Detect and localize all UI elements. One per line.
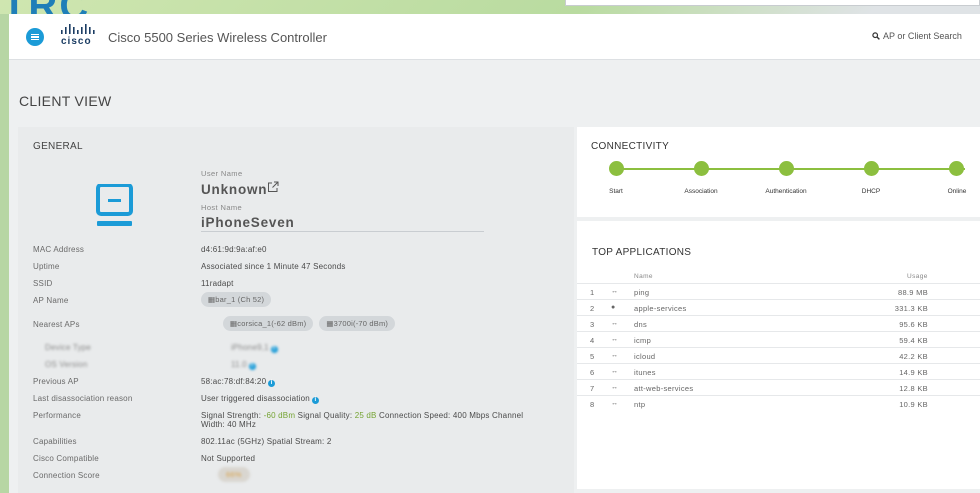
step-dot-start [609, 161, 624, 176]
top-applications-title: TOP APPLICATIONS [592, 247, 692, 258]
search-placeholder: AP or Client Search [883, 31, 962, 41]
table-row[interactable]: 3 ↔ dns 95.6 KB [577, 315, 980, 331]
step-dot-online [949, 161, 964, 176]
general-panel: GENERAL User Name Unknown Host Name iPho… [18, 127, 574, 493]
table-row[interactable]: 7 ↔ att-web-services 12.8 KB [577, 379, 980, 395]
nearest-ap-pill[interactable]: ▦corsica_1(-62 dBm) [223, 316, 314, 331]
divider [201, 231, 484, 232]
device-type-value: iPhone9,1 i [231, 343, 278, 353]
signal-quality-value: 25 dB [354, 411, 377, 420]
signal-strength-value: -60 dBm [263, 411, 296, 420]
arrows-icon: ↔ [611, 368, 619, 375]
menu-icon[interactable] [26, 28, 44, 46]
nearest-aps-label: Nearest APs [33, 320, 80, 329]
capabilities-label: Capabilities [33, 437, 77, 446]
host-name-value: iPhoneSeven [201, 215, 295, 230]
table-row[interactable]: 5 ↔ icloud 42.2 KB [577, 347, 980, 363]
top-header: cisco Cisco 5500 Series Wireless Control… [9, 14, 980, 60]
access-point-icon: ▦ [326, 319, 334, 328]
arrows-icon: ↔ [611, 288, 619, 295]
info-icon: i [248, 363, 256, 370]
info-icon[interactable]: i [268, 380, 276, 387]
column-header-usage: Usage [907, 273, 928, 280]
nearest-ap-pill[interactable]: ▦3700i(-70 dBm) [319, 316, 396, 331]
step-dot-dhcp [864, 161, 879, 176]
device-type-label: Device Type [45, 343, 92, 352]
connection-score-label: Connection Score [33, 471, 100, 480]
page-title: CLIENT VIEW [19, 93, 112, 109]
nearest-aps-value: ▦corsica_1(-62 dBm) ▦3700i(-70 dBm) [223, 316, 401, 331]
step-dot-association [694, 161, 709, 176]
step-label-authentication: Authentication [765, 188, 807, 195]
table-row[interactable]: 4 ↔ icmp 59.4 KB [577, 331, 980, 347]
last-disassociation-label: Last disassociation reason [33, 394, 133, 403]
host-name-label: Host Name [201, 203, 243, 212]
step-label-dhcp: DHCP [861, 188, 881, 195]
general-title: GENERAL [33, 141, 83, 152]
background-window-edge [565, 0, 980, 6]
column-header-name: Name [634, 273, 653, 280]
arrows-icon: ↔ [611, 320, 619, 327]
step-label-start: Start [609, 188, 623, 195]
ap-client-search[interactable]: AP or Client Search [872, 31, 962, 41]
user-name-label: User Name [201, 169, 243, 178]
uptime-value: Associated since 1 Minute 47 Seconds [201, 262, 346, 271]
user-name-value: Unknown [201, 182, 268, 197]
apple-icon: ● [611, 304, 616, 311]
arrows-icon: ↔ [611, 400, 619, 407]
last-disassociation-value: User triggered disassociation i [201, 394, 319, 404]
connectivity-panel: CONNECTIVITY Start Association Authentic… [577, 127, 980, 217]
app-title: Cisco 5500 Series Wireless Controller [108, 30, 327, 45]
os-version-label: OS Version [45, 360, 88, 369]
ap-name-label: AP Name [33, 296, 69, 305]
mac-label: MAC Address [33, 245, 85, 254]
window-left-edge [0, 14, 9, 493]
search-icon [872, 32, 880, 40]
mac-value: d4:61:9d:9a:af:e0 [201, 245, 267, 254]
step-label-online: Online [947, 188, 967, 195]
arrows-icon: ↔ [611, 336, 619, 343]
ap-name-pill[interactable]: ▦bar_1 (Ch 52) [201, 292, 272, 307]
ssid-label: SSID [33, 279, 53, 288]
cisco-logo-text: cisco [61, 36, 92, 47]
arrows-icon: ↔ [611, 352, 619, 359]
score-badge: 66% [218, 467, 250, 482]
ssid-value: 11radapt [201, 279, 234, 288]
table-row[interactable]: 8 ↔ ntp 10.9 KB [577, 395, 980, 411]
uptime-label: Uptime [33, 262, 60, 271]
connectivity-title: CONNECTIVITY [591, 141, 670, 152]
external-link-icon[interactable] [267, 181, 279, 193]
connection-score-value: 66% [218, 467, 250, 482]
arrows-icon: ↔ [611, 384, 619, 391]
cisco-compatible-label: Cisco Compatible [33, 454, 99, 463]
performance-value: Signal Strength: -60 dBm Signal Quality:… [201, 411, 524, 420]
previous-ap-value: 58:ac:78:df:84:20 i [201, 377, 276, 387]
os-version-value: 11.0 i [231, 360, 256, 370]
table-row[interactable]: 6 ↔ itunes 14.9 KB [577, 363, 980, 379]
step-dot-authentication [779, 161, 794, 176]
cisco-compatible-value: Not Supported [201, 454, 256, 463]
top-applications-panel: TOP APPLICATIONS Name Usage 1 ↔ ping 88.9 M… [577, 221, 980, 489]
performance-width: Width: 40 MHz [201, 420, 257, 429]
step-label-association: Association [684, 188, 718, 195]
info-icon: i [270, 346, 278, 353]
performance-label: Performance [33, 411, 81, 420]
table-row[interactable]: 2 ● apple-services 331.3 KB [577, 299, 980, 315]
table-row[interactable]: 1 ↔ ping 88.9 MB [577, 283, 980, 299]
ap-name-value: ▦bar_1 (Ch 52) [201, 292, 277, 307]
previous-ap-label: Previous AP [33, 377, 79, 386]
capabilities-value: 802.11ac (5GHz) Spatial Stream: 2 [201, 437, 332, 446]
info-icon[interactable]: i [311, 397, 319, 404]
client-view-app: cisco Cisco 5500 Series Wireless Control… [9, 14, 980, 493]
computer-icon [96, 184, 133, 226]
